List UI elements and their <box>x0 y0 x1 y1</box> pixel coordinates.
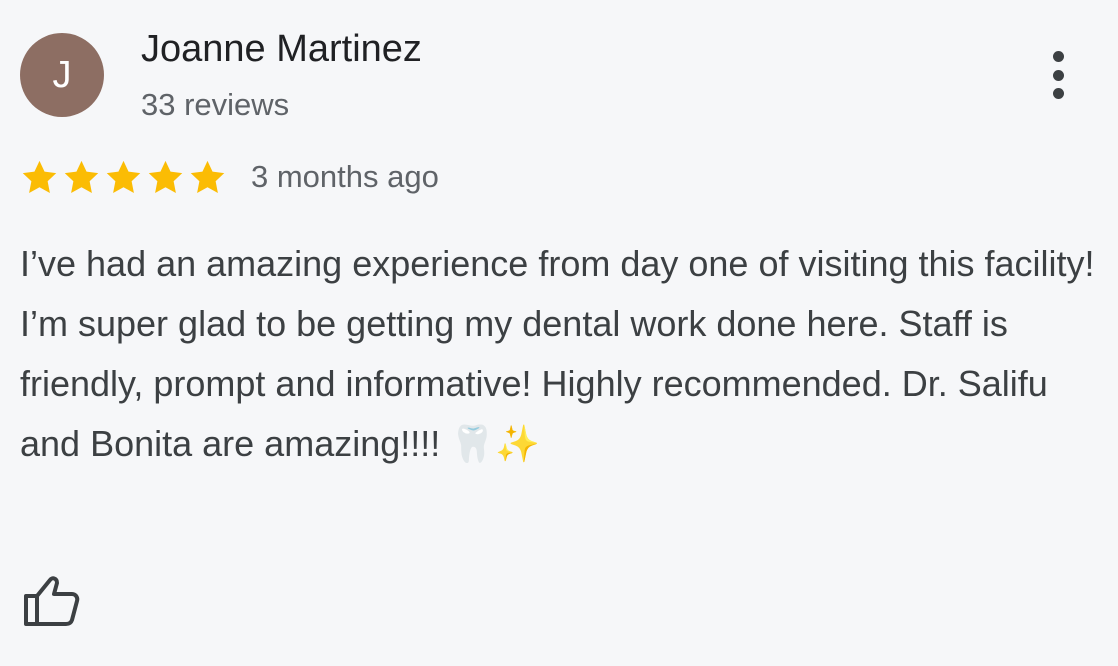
thumb-up-icon <box>24 576 80 626</box>
review-date: 3 months ago <box>251 159 439 194</box>
avatar-initial: J <box>52 53 72 96</box>
review-text: I’ve had an amazing experience from day … <box>20 243 1095 464</box>
star-icon <box>22 160 57 193</box>
star-rating <box>20 158 227 197</box>
author-name[interactable]: Joanne Martinez <box>141 26 422 72</box>
review-card: J Joanne Martinez 33 reviews 3 months ag… <box>0 0 1118 666</box>
like-button[interactable] <box>22 574 80 628</box>
more-vert-icon <box>1052 51 1064 62</box>
avatar[interactable]: J <box>20 33 104 117</box>
more-vert-icon-dot <box>1052 88 1064 99</box>
more-options-button[interactable] <box>1034 44 1082 106</box>
star-icon <box>148 160 183 193</box>
star-icon <box>106 160 141 193</box>
star-icon <box>64 160 99 193</box>
star-icon <box>190 160 225 193</box>
more-vert-icon-dot <box>1052 69 1064 81</box>
rating-row: 3 months ago <box>20 155 439 199</box>
review-count: 33 reviews <box>141 87 290 122</box>
